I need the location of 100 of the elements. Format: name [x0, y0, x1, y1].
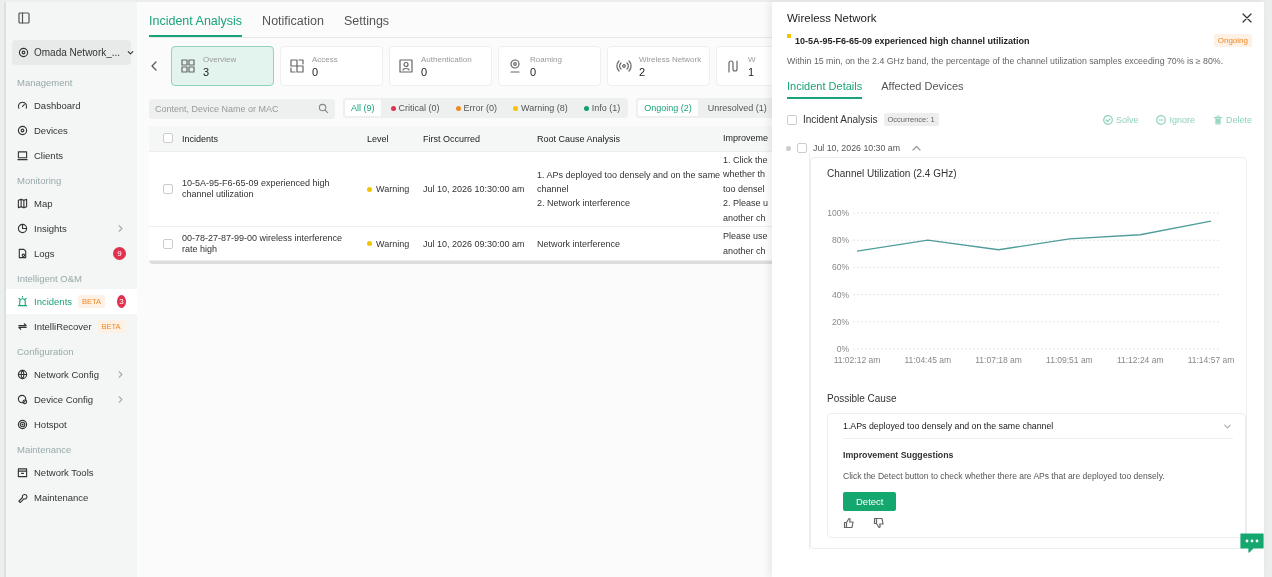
alarm-icon [17, 296, 28, 307]
sidebar-item[interactable]: Insights [12, 216, 131, 241]
trash-icon [1213, 114, 1223, 125]
location-icon [18, 47, 29, 58]
column-header: Incidents [182, 133, 220, 144]
search-field[interactable]: Content, Device Name or MAC [149, 99, 335, 119]
filter-chip[interactable]: Info (1) [577, 100, 627, 116]
axis-label: 11:14:57 am [1187, 355, 1235, 365]
timeline-dot [786, 145, 791, 151]
status-tag: Ongoing [1213, 34, 1252, 47]
sidebar-item[interactable]: Device Config [12, 387, 131, 412]
category-card[interactable]: W 1 [716, 46, 772, 86]
sidebar-item[interactable]: Network Tools [12, 460, 131, 485]
pie-chart-icon [17, 223, 28, 234]
section-heading: Monitoring [17, 175, 63, 186]
sidebar-item[interactable]: Dashboard [12, 93, 131, 118]
sync-icon [17, 321, 28, 332]
column-header: First Occurred [423, 133, 481, 144]
tab[interactable]: Affected Devices [881, 76, 964, 99]
site-selector[interactable]: Omada Network_... [12, 40, 131, 65]
axis-label: 11:07:18 am [975, 355, 1022, 365]
minus-circle-icon [1156, 114, 1167, 125]
thumbs-down-icon[interactable] [873, 517, 885, 529]
section-label: Incident Analysis [803, 114, 878, 125]
panel-title: Wireless Network [787, 12, 877, 24]
table-cell-text: 1. APs deployed too densely and on the same channel [537, 169, 722, 196]
count-badge: 9 [113, 247, 126, 260]
caret-up-icon[interactable] [912, 145, 922, 151]
axis-label: 60% [832, 262, 849, 273]
table-cell-text: Jul 10, 2026 10:30:00 am [423, 184, 526, 194]
suggestion-text: Click the Detect button to check whether there are APs that are deployed too densely. [843, 471, 1166, 481]
table-cell-text: Please use [723, 230, 767, 243]
tab[interactable]: Settings [343, 10, 390, 37]
checkbox[interactable] [787, 114, 797, 125]
device-gear-icon [17, 394, 28, 405]
section-heading: Management [17, 77, 74, 88]
axis-label: 100% [827, 208, 849, 218]
section-heading: Intelligent O&M [17, 273, 83, 284]
axis-label: 80% [832, 235, 849, 246]
category-card[interactable]: Overview 3 [171, 46, 274, 86]
axis-label: 40% [832, 289, 849, 300]
sidebar-item[interactable]: Devices [12, 118, 131, 143]
table-cell-text: 2. Network interference [537, 197, 632, 210]
sidebar-item[interactable]: Map [12, 191, 131, 216]
table-cell-text: another ch [723, 211, 767, 225]
suggestions-heading: Improvement Suggestions [843, 450, 955, 460]
axis-label: 11:04:45 am [904, 355, 952, 365]
globe-icon [17, 369, 28, 380]
count-badge: 3 [117, 295, 126, 308]
table-cell-text: Network interference [537, 237, 622, 251]
category-card[interactable]: Authentication 0 [389, 46, 492, 86]
incident-description: Within 15 min, on the 2.4 GHz band, the percentage of the channel utilization samples exceeding 70% is ≥ 80%. [787, 56, 1225, 66]
path-icon [725, 58, 741, 74]
toolbox-icon [17, 467, 28, 478]
filter-chip[interactable]: Unresolved (1) [701, 100, 772, 116]
chevron-left-icon[interactable] [149, 60, 159, 72]
section-heading: Maintenance [17, 444, 73, 455]
category-card[interactable]: Roaming 0 [498, 46, 601, 86]
table-cell-text: 10-5A-95-F6-65-09 experienced high channel utilization [182, 178, 331, 200]
category-card[interactable]: Access 0 [280, 46, 383, 86]
gauge-icon [17, 100, 28, 111]
sidebar-item[interactable]: Maintenance [12, 485, 131, 510]
checkbox[interactable] [163, 238, 173, 249]
category-card[interactable]: Wireless Network 2 [607, 46, 710, 86]
table-cell-text: 00-78-27-87-99-00 wireless interference rate high [182, 232, 344, 255]
sidebar-item[interactable]: Hotspot [12, 412, 131, 437]
search-icon [318, 102, 329, 114]
filter-chip[interactable]: Warning (8) [507, 100, 574, 116]
checkbox[interactable] [163, 184, 173, 194]
thumbs-up-icon[interactable] [843, 517, 855, 529]
incident-title: 10-5A-95-F6-65-09 experienced high channel utilization [795, 35, 1031, 46]
filter-chip[interactable]: Critical (0) [384, 100, 446, 116]
table-cell-text: 1. Click the [723, 153, 767, 167]
wrench-icon [17, 492, 28, 503]
checkbox[interactable] [797, 143, 807, 153]
close-icon[interactable] [1242, 13, 1252, 23]
sidebar-item[interactable]: Logs 9 [12, 241, 131, 266]
location-pin-icon [507, 58, 523, 74]
sidebar-item[interactable]: Clients [12, 143, 131, 168]
grid-icon [180, 58, 196, 74]
table-cell: Warning [376, 184, 410, 194]
table-cell-text: whether th [723, 168, 767, 182]
user-badge-icon [398, 58, 414, 74]
table-cell-text: too densel [723, 182, 766, 196]
tab[interactable]: Notification [262, 10, 324, 37]
column-header: Improveme [723, 132, 767, 146]
table-cell-text: another ch [723, 244, 767, 258]
filter-chip[interactable]: Error (0) [449, 100, 504, 116]
cause-title: 1.APs deployed too densely and on the same channel [843, 421, 1054, 431]
table-cell-text: Jul 10, 2026 09:30:00 am [423, 238, 526, 249]
table-cell: Warning [376, 238, 410, 249]
sidebar-toggle-icon[interactable] [18, 12, 30, 24]
sidebar-item[interactable]: Network Config [12, 362, 131, 387]
axis-label: 11:02:12 am [833, 355, 881, 365]
axis-label: 20% [832, 316, 849, 327]
axis-label: 0% [836, 344, 849, 354]
table-cell-text: 2. Please u [723, 197, 767, 211]
section-heading: Possible Cause [826, 392, 898, 404]
section-heading: Configuration [17, 346, 75, 357]
checkbox[interactable] [163, 132, 173, 143]
